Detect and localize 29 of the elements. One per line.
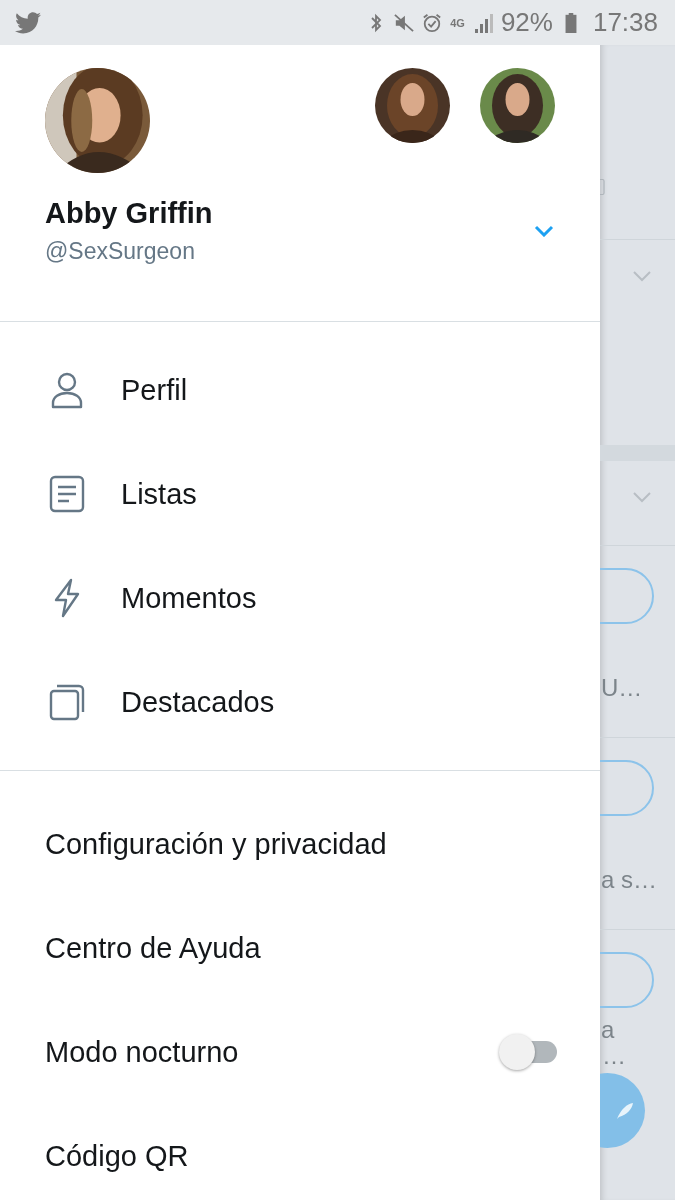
chevron-down-icon xyxy=(632,491,652,503)
signal-icon xyxy=(472,12,493,33)
account-name: Abby Griffin xyxy=(45,196,213,231)
setting-row[interactable]: Modo nocturno xyxy=(0,1000,600,1104)
feather-icon xyxy=(614,1100,635,1121)
list-icon xyxy=(47,474,87,514)
menu-item[interactable]: Código QR xyxy=(0,1104,600,1200)
clock: 17:38 xyxy=(592,7,658,38)
tweet-text: a xyxy=(601,1016,615,1044)
tweet-text: U… xyxy=(601,674,643,702)
menu-item[interactable]: Listas xyxy=(0,442,600,546)
menu-item[interactable]: Momentos xyxy=(0,546,600,650)
chevron-down-icon[interactable] xyxy=(534,225,554,237)
menu-item[interactable]: Centro de Ayuda xyxy=(0,896,600,1000)
tweet-text: a s… xyxy=(601,866,657,894)
menu-item[interactable]: Configuración y privacidad xyxy=(0,792,600,896)
battery-percentage: 92% xyxy=(500,7,553,38)
menu-item[interactable]: Destacados xyxy=(0,650,600,754)
bird-icon xyxy=(15,11,41,34)
setting-label: Modo nocturno xyxy=(45,1035,239,1069)
toggle-switch[interactable] xyxy=(499,1033,557,1071)
network-label: 4G xyxy=(450,16,465,29)
menu-item[interactable]: Perfil xyxy=(0,338,600,442)
muted-speaker-icon xyxy=(394,12,415,33)
chevron-down-icon xyxy=(632,270,652,282)
account-handle: @SexSurgeon xyxy=(45,237,196,266)
alarm-icon xyxy=(422,12,443,33)
tweet-text: … xyxy=(602,1042,626,1070)
stacked-squares-icon xyxy=(47,682,87,722)
